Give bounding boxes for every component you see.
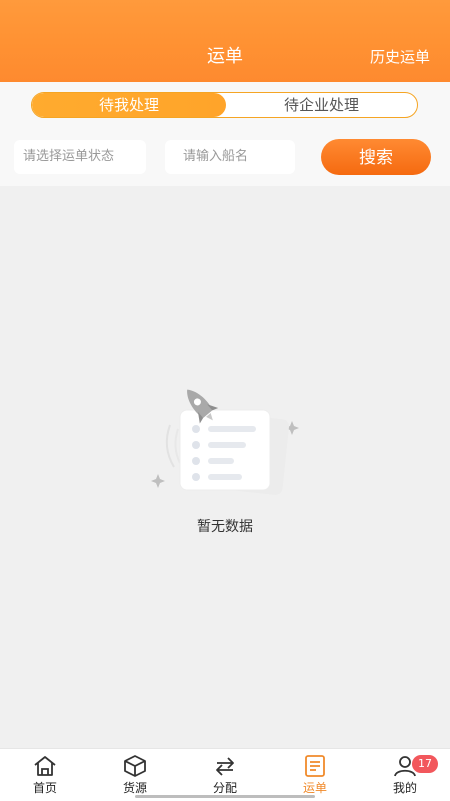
search-button[interactable]: 搜索 <box>321 139 431 175</box>
bottom-tab-bar: 首页 货源 分配 运单 17 我的 <box>0 748 450 801</box>
empty-state-text: 暂无数据 <box>197 519 253 535</box>
tab-switcher-bar: 待我处理 待企业处理 <box>0 82 450 130</box>
empty-document-rocket-icon <box>148 385 303 505</box>
tabbar-label-waybill: 运单 <box>302 781 327 795</box>
tabbar-label-goods: 货源 <box>122 781 147 795</box>
box-icon <box>124 755 146 777</box>
tabbar-label-mine: 我的 <box>392 781 417 795</box>
tabbar-item-goods[interactable]: 货源 <box>90 749 180 801</box>
notification-badge: 17 <box>412 755 438 773</box>
tab-pending-enterprise[interactable]: 待企业处理 <box>226 93 417 117</box>
search-bar: 请选择运单状态 请输入船名 搜索 <box>0 130 450 186</box>
tabbar-label-assign: 分配 <box>212 781 237 795</box>
tab-pending-me[interactable]: 待我处理 <box>32 93 226 117</box>
tab-switcher: 待我处理 待企业处理 <box>31 92 418 118</box>
swap-arrows-icon <box>216 757 234 776</box>
tabbar-item-assign[interactable]: 分配 <box>180 749 270 801</box>
tabbar-label-home: 首页 <box>32 781 57 795</box>
waybill-status-select[interactable]: 请选择运单状态 <box>14 140 146 174</box>
history-waybill-link[interactable]: 历史运单 <box>370 46 430 68</box>
document-icon <box>305 755 325 777</box>
home-indicator <box>135 795 315 798</box>
tabbar-item-mine[interactable]: 17 我的 <box>360 749 450 801</box>
home-icon <box>34 756 56 776</box>
ship-name-input[interactable]: 请输入船名 <box>165 140 295 174</box>
app-header: 运单 历史运单 <box>0 0 450 82</box>
tabbar-item-waybill[interactable]: 运单 <box>270 749 360 801</box>
tabbar-item-home[interactable]: 首页 <box>0 749 90 801</box>
